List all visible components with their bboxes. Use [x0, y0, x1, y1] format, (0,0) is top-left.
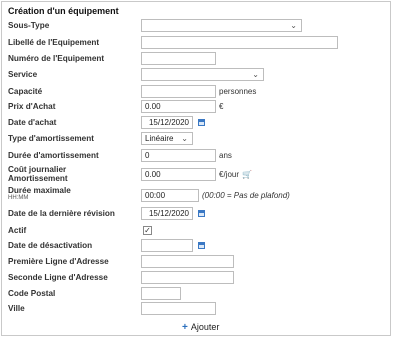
row-adresse1: Première Ligne d'Adresse [2, 255, 392, 269]
calendar-icon[interactable] [198, 210, 205, 217]
cout-journalier-input[interactable]: 0.00 [141, 168, 216, 181]
label-adresse1: Première Ligne d'Adresse [8, 257, 109, 266]
label-adresse2: Seconde Ligne d'Adresse [8, 273, 108, 282]
label-sous-type: Sous-Type [8, 21, 50, 30]
duree-maximale-hint: (00:00 = Pas de plafond) [202, 191, 290, 200]
date-achat-input[interactable]: 15/12/2020 [141, 116, 193, 129]
prix-achat-currency: € [219, 102, 224, 111]
label-actif: Actif [8, 226, 27, 235]
form-title: Création d'un équipement [8, 6, 119, 16]
row-libelle: Libellé de l'Equipement [2, 36, 392, 50]
label-date-revision: Date de la dernière révision [8, 209, 115, 218]
calendar-icon[interactable] [198, 242, 205, 249]
chevron-down-icon: ⌄ [252, 70, 259, 79]
label-ville: Ville [8, 304, 25, 313]
row-date-achat: Date d'achat 15/12/2020 [2, 116, 392, 130]
label-cout-journalier: Coût journalier Amortissement [8, 165, 68, 183]
duree-amortissement-unit: ans [219, 151, 232, 160]
label-service: Service [8, 70, 38, 79]
label-duree-amortissement: Durée d'amortissement [8, 151, 99, 160]
label-libelle: Libellé de l'Equipement [8, 38, 100, 47]
cout-journalier-unit: €/jour [219, 170, 240, 179]
row-numero: Numéro de l'Equipement [2, 52, 392, 66]
duree-maximale-input[interactable]: 00:00 [141, 189, 199, 202]
row-cout-journalier: Coût journalier Amortissement 0.00 €/jou… [2, 165, 392, 183]
type-amortissement-select[interactable]: Linéaire ⌄ [141, 132, 193, 145]
chevron-down-icon: ⌄ [181, 134, 188, 143]
row-sous-type: Sous-Type ⌄ [2, 19, 392, 33]
row-date-desactivation: Date de désactivation [2, 239, 392, 253]
add-button[interactable]: + Ajouter [182, 322, 219, 333]
label-duree-maximale: Durée maximale HH:MM [8, 186, 71, 201]
cart-icon[interactable]: 🛒 [242, 170, 252, 179]
ville-input[interactable] [141, 302, 216, 315]
libelle-input[interactable] [141, 36, 338, 49]
row-adresse2: Seconde Ligne d'Adresse [2, 271, 392, 285]
capacite-input[interactable] [141, 85, 216, 98]
duree-amortissement-input[interactable]: 0 [141, 149, 216, 162]
prix-achat-input[interactable]: 0.00 [141, 100, 216, 113]
sous-type-select[interactable]: ⌄ [141, 19, 302, 32]
row-date-revision: Date de la dernière révision 15/12/2020 [2, 207, 392, 221]
label-capacite: Capacité [8, 87, 43, 96]
label-date-achat: Date d'achat [8, 118, 57, 127]
adresse2-input[interactable] [141, 271, 234, 284]
adresse1-input[interactable] [141, 255, 234, 268]
row-ville: Ville [2, 302, 392, 316]
chevron-down-icon: ⌄ [290, 21, 297, 30]
row-actif: Actif ✓ [2, 224, 392, 238]
code-postal-input[interactable] [141, 287, 181, 300]
row-code-postal: Code Postal [2, 287, 392, 301]
calendar-icon[interactable] [198, 119, 205, 126]
row-prix-achat: Prix d'Achat 0.00 € [2, 100, 392, 114]
label-type-amortissement: Type d'amortissement [8, 134, 94, 143]
label-prix-achat: Prix d'Achat [8, 102, 56, 111]
label-code-postal: Code Postal [8, 289, 56, 298]
capacite-unit: personnes [219, 87, 257, 96]
row-type-amortissement: Type d'amortissement Linéaire ⌄ [2, 132, 392, 146]
plus-icon: + [182, 322, 188, 333]
label-date-desactivation: Date de désactivation [8, 241, 93, 250]
row-service: Service ⌄ [2, 68, 392, 82]
actif-checkbox[interactable]: ✓ [143, 226, 152, 235]
equipment-form-panel: Création d'un équipement Sous-Type ⌄ Lib… [1, 1, 391, 336]
add-button-label: Ajouter [190, 322, 220, 332]
date-desactivation-input[interactable] [141, 239, 193, 252]
label-numero: Numéro de l'Equipement [8, 54, 105, 63]
numero-input[interactable] [141, 52, 216, 65]
row-duree-maximale: Durée maximale HH:MM 00:00 (00:00 = Pas … [2, 186, 392, 203]
label-duree-maximale-format: HH:MM [8, 195, 29, 201]
service-select[interactable]: ⌄ [141, 68, 264, 81]
row-capacite: Capacité personnes [2, 85, 392, 99]
row-duree-amortissement: Durée d'amortissement 0 ans [2, 149, 392, 163]
date-revision-input[interactable]: 15/12/2020 [141, 207, 193, 220]
